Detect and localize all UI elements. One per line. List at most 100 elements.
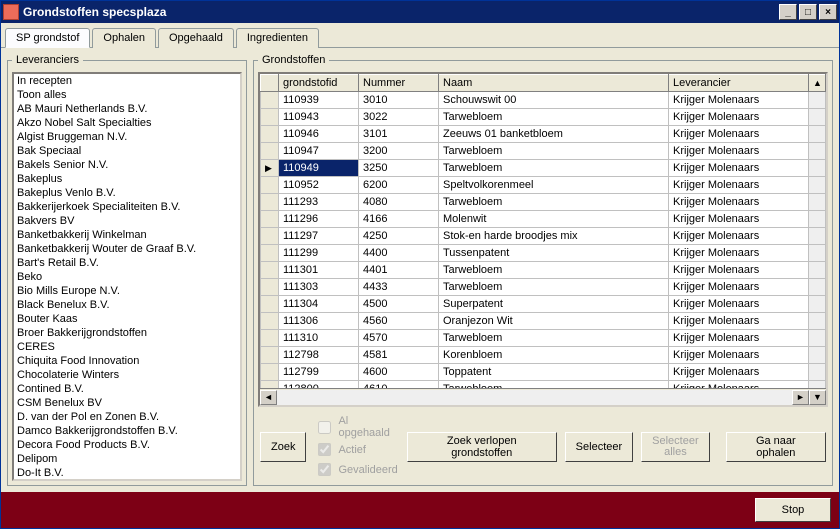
cell-naam[interactable]: Tarwebloem xyxy=(439,160,669,177)
tab-ophalen[interactable]: Ophalen xyxy=(92,28,156,48)
cell-naam[interactable]: Tarwebloem xyxy=(439,109,669,126)
list-item[interactable]: Algist Bruggeman N.V. xyxy=(14,130,240,144)
cell-leverancier[interactable]: Krijger Molenaars xyxy=(669,177,809,194)
cell-nummer[interactable]: 3200 xyxy=(359,143,439,160)
list-item[interactable]: Black Benelux B.V. xyxy=(14,298,240,312)
table-row[interactable]: 1113014401TarwebloemKrijger Molenaars xyxy=(261,262,826,279)
cell-nummer[interactable]: 4433 xyxy=(359,279,439,296)
cell-id[interactable]: 111303 xyxy=(279,279,359,296)
list-item[interactable]: D. van der Pol en Zonen B.V. xyxy=(14,410,240,424)
cell-leverancier[interactable]: Krijger Molenaars xyxy=(669,194,809,211)
list-item[interactable]: Bakels Senior N.V. xyxy=(14,158,240,172)
list-item[interactable]: Chiquita Food Innovation xyxy=(14,354,240,368)
list-item[interactable]: CERES xyxy=(14,340,240,354)
vscroll-track[interactable] xyxy=(809,177,826,194)
tab-sp-grondstof[interactable]: SP grondstof xyxy=(5,28,90,48)
list-item[interactable]: Do-It B.V. xyxy=(14,466,240,480)
list-item[interactable]: Bakkerijerkoek Specialiteiten B.V. xyxy=(14,200,240,214)
table-row[interactable]: 1113044500SuperpatentKrijger Molenaars xyxy=(261,296,826,313)
list-item[interactable]: Banketbakkerij Wouter de Graaf B.V. xyxy=(14,242,240,256)
list-item[interactable]: Beko xyxy=(14,270,240,284)
stop-button[interactable]: Stop xyxy=(755,498,831,522)
maximize-button[interactable]: □ xyxy=(799,4,817,20)
row-marker[interactable] xyxy=(261,279,279,296)
cell-naam[interactable]: Tarwebloem xyxy=(439,381,669,389)
zoek-button[interactable]: Zoek xyxy=(260,432,306,462)
table-row[interactable]: 1113104570TarwebloemKrijger Molenaars xyxy=(261,330,826,347)
vscroll-track[interactable] xyxy=(809,194,826,211)
row-marker[interactable] xyxy=(261,143,279,160)
cell-naam[interactable]: Tarwebloem xyxy=(439,194,669,211)
table-row[interactable]: 1109473200TarwebloemKrijger Molenaars xyxy=(261,143,826,160)
cell-nummer[interactable]: 4250 xyxy=(359,228,439,245)
col-nummer[interactable]: Nummer xyxy=(359,75,439,92)
cell-id[interactable]: 110949 xyxy=(279,160,359,177)
row-marker[interactable] xyxy=(261,313,279,330)
cell-nummer[interactable]: 4581 xyxy=(359,347,439,364)
cell-id[interactable]: 110939 xyxy=(279,92,359,109)
col-leverancier[interactable]: Leverancier xyxy=(669,75,809,92)
row-marker[interactable] xyxy=(261,126,279,143)
list-item[interactable]: Bak Speciaal xyxy=(14,144,240,158)
table-row[interactable]: 1113034433TarwebloemKrijger Molenaars xyxy=(261,279,826,296)
cell-id[interactable]: 110946 xyxy=(279,126,359,143)
list-item[interactable]: Delipom xyxy=(14,452,240,466)
table-row[interactable]: 1112994400TussenpatentKrijger Molenaars xyxy=(261,245,826,262)
cell-naam[interactable]: Molenwit xyxy=(439,211,669,228)
cell-naam[interactable]: Tarwebloem xyxy=(439,279,669,296)
cell-nummer[interactable]: 4560 xyxy=(359,313,439,330)
cell-nummer[interactable]: 4400 xyxy=(359,245,439,262)
table-row[interactable]: 1109526200SpeltvolkorenmeelKrijger Molen… xyxy=(261,177,826,194)
cell-id[interactable]: 110947 xyxy=(279,143,359,160)
vscroll-track[interactable] xyxy=(809,126,826,143)
list-item[interactable]: Bakeplus xyxy=(14,172,240,186)
vscroll-track[interactable] xyxy=(809,296,826,313)
cell-naam[interactable]: Superpatent xyxy=(439,296,669,313)
list-item[interactable]: Bart's Retail B.V. xyxy=(14,256,240,270)
list-item[interactable]: Bouter Kaas xyxy=(14,312,240,326)
cell-leverancier[interactable]: Krijger Molenaars xyxy=(669,211,809,228)
cell-nummer[interactable]: 4401 xyxy=(359,262,439,279)
cell-id[interactable]: 112799 xyxy=(279,364,359,381)
cell-leverancier[interactable]: Krijger Molenaars xyxy=(669,143,809,160)
cell-naam[interactable]: Tussenpatent xyxy=(439,245,669,262)
row-marker[interactable] xyxy=(261,177,279,194)
cell-leverancier[interactable]: Krijger Molenaars xyxy=(669,313,809,330)
list-item[interactable]: AB Mauri Netherlands B.V. xyxy=(14,102,240,116)
cell-id[interactable]: 112800 xyxy=(279,381,359,389)
cell-nummer[interactable]: 4500 xyxy=(359,296,439,313)
vscroll-track[interactable] xyxy=(809,279,826,296)
cell-naam[interactable]: Schouwswit 00 xyxy=(439,92,669,109)
scroll-track[interactable] xyxy=(277,390,792,405)
table-row[interactable]: 1128004610TarwebloemKrijger Molenaars xyxy=(261,381,826,389)
tab-opgehaald[interactable]: Opgehaald xyxy=(158,28,234,48)
cell-id[interactable]: 111306 xyxy=(279,313,359,330)
table-row[interactable]: 1112934080TarwebloemKrijger Molenaars xyxy=(261,194,826,211)
ga-naar-ophalen-button[interactable]: Ga naar ophalen xyxy=(726,432,826,462)
list-item[interactable]: Banketbakkerij Winkelman xyxy=(14,228,240,242)
table-row[interactable]: 1112964166MolenwitKrijger Molenaars xyxy=(261,211,826,228)
cell-leverancier[interactable]: Krijger Molenaars xyxy=(669,92,809,109)
list-item[interactable]: Dossche Mills N.V. xyxy=(14,480,240,481)
table-row[interactable]: 1127994600ToppatentKrijger Molenaars xyxy=(261,364,826,381)
list-item[interactable]: Bakeplus Venlo B.V. xyxy=(14,186,240,200)
cell-naam[interactable]: Zeeuws 01 banketbloem xyxy=(439,126,669,143)
cell-naam[interactable]: Tarwebloem xyxy=(439,143,669,160)
cell-nummer[interactable]: 3101 xyxy=(359,126,439,143)
cell-leverancier[interactable]: Krijger Molenaars xyxy=(669,364,809,381)
grondstoffen-grid[interactable]: grondstofid Nummer Naam Leverancier ▲ 11… xyxy=(258,72,828,407)
chk-actief[interactable]: Actief xyxy=(314,440,398,459)
cell-leverancier[interactable]: Krijger Molenaars xyxy=(669,296,809,313)
vscroll-track[interactable] xyxy=(809,330,826,347)
row-marker[interactable] xyxy=(261,92,279,109)
cell-leverancier[interactable]: Krijger Molenaars xyxy=(669,262,809,279)
cell-naam[interactable]: Korenbloem xyxy=(439,347,669,364)
cell-nummer[interactable]: 3022 xyxy=(359,109,439,126)
table-row[interactable]: 1109463101Zeeuws 01 banketbloemKrijger M… xyxy=(261,126,826,143)
cell-leverancier[interactable]: Krijger Molenaars xyxy=(669,279,809,296)
chk-al-opgehaald[interactable]: Al opgehaald xyxy=(314,415,398,439)
cell-id[interactable]: 110943 xyxy=(279,109,359,126)
row-marker[interactable] xyxy=(261,211,279,228)
list-item[interactable]: In recepten xyxy=(14,74,240,88)
row-marker[interactable] xyxy=(261,381,279,389)
